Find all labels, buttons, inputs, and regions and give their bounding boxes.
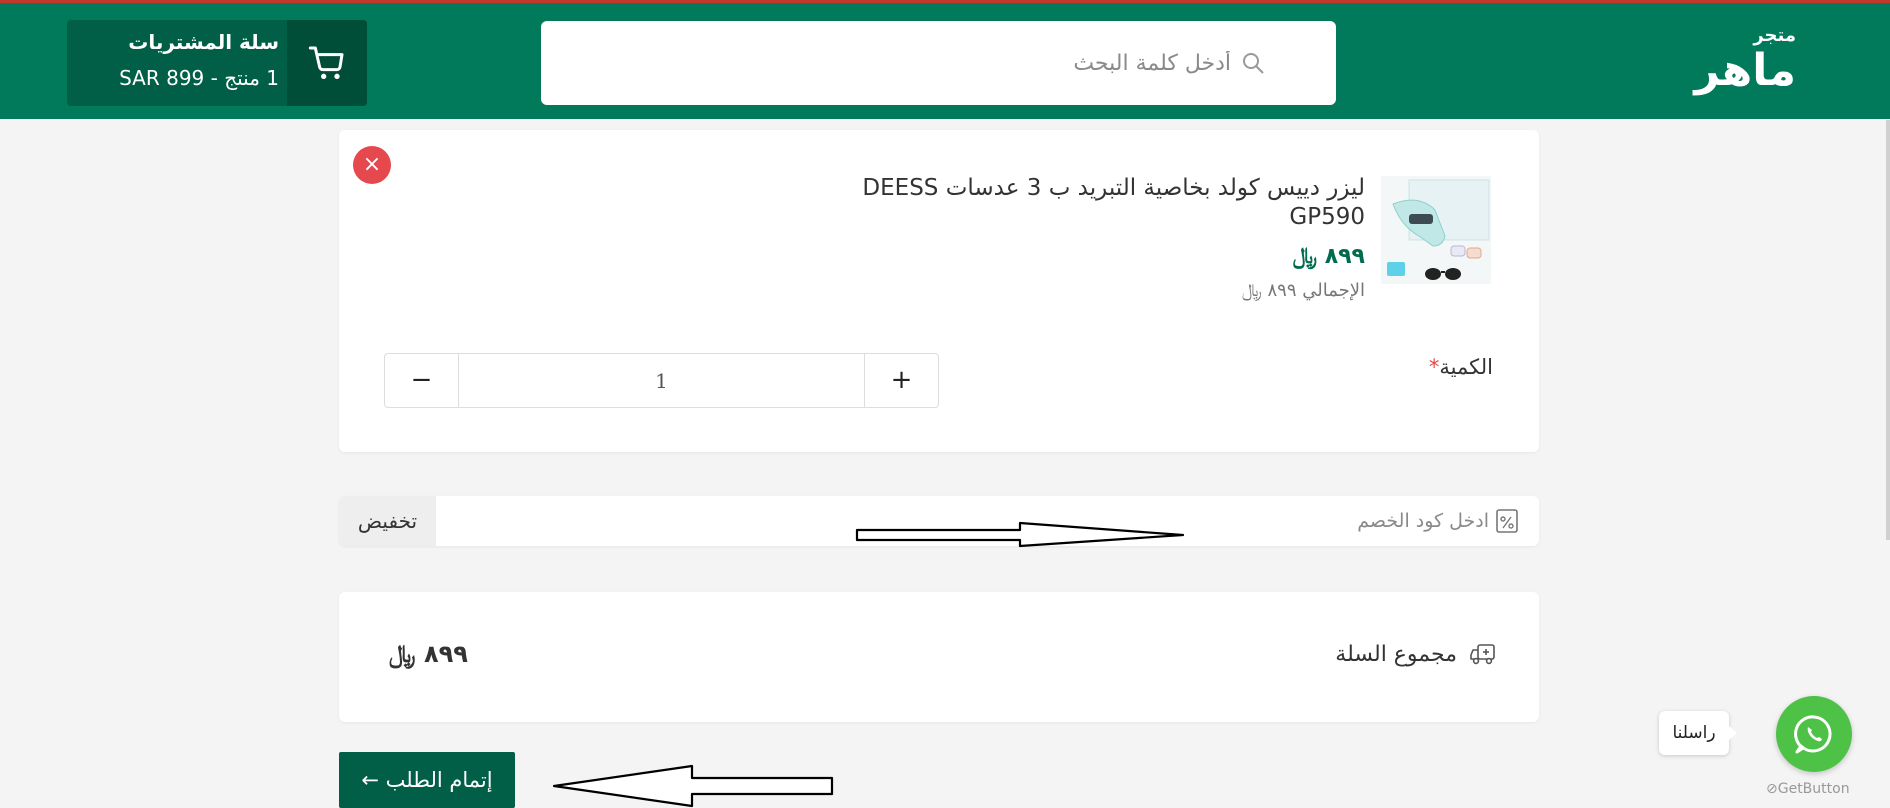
getbutton-credit-text: GetButton (1777, 781, 1850, 797)
annotation-arrow-left (552, 764, 834, 808)
cart-title: سلة المشتريات (128, 30, 279, 54)
cart-summary: 1 منتج - SAR 899 (119, 66, 279, 90)
remove-item-button[interactable]: × (353, 146, 391, 184)
product-thumbnail[interactable] (1379, 174, 1493, 286)
quantity-stepper: − + (384, 353, 939, 408)
product-price: ٨٩٩ ﷼ (1292, 244, 1365, 269)
site-header: متجر ماهر سلة المشتريات 1 منتج - SAR 899 (0, 3, 1890, 119)
quantity-input[interactable] (459, 354, 864, 407)
delivery-truck-icon (1470, 644, 1495, 665)
getbutton-logo-icon: ⊘ (1766, 781, 1778, 797)
search-bar (541, 21, 1336, 105)
cart-item-card: × ليزر دييس كولد بخاصية التبريد ب 3 عدسا… (339, 130, 1539, 452)
cart-total-label: مجموع السلة (1335, 642, 1457, 667)
logo-big-text: ماهر (1694, 45, 1798, 96)
quantity-label: الكمية* (1429, 355, 1493, 379)
apply-coupon-button[interactable]: تخفيض (339, 496, 436, 546)
product-name[interactable]: ليزر دييس كولد بخاصية التبريد ب 3 عدسات … (805, 174, 1365, 232)
logo-small-text: متجر (1753, 25, 1796, 46)
increase-quantity-button[interactable]: + (864, 354, 938, 407)
search-icon[interactable] (1241, 51, 1265, 75)
cart-button[interactable]: سلة المشتريات 1 منتج - SAR 899 (67, 20, 367, 106)
annotation-arrow-right (855, 521, 1185, 548)
shopping-cart-icon (308, 46, 344, 79)
required-mark: * (1428, 355, 1440, 379)
decrease-quantity-button[interactable]: − (385, 354, 459, 407)
checkout-button[interactable]: إتمام الطلب ← (339, 752, 515, 808)
whatsapp-icon (1794, 715, 1832, 754)
quantity-label-text: الكمية (1439, 355, 1493, 379)
cart-total-value: ٨٩٩ ﷼ (389, 640, 468, 668)
getbutton-credit[interactable]: ⊘GetButton (1766, 781, 1850, 797)
cart-summary-card: مجموع السلة ٨٩٩ ﷼ (339, 592, 1539, 722)
page-scrollbar[interactable] (1886, 120, 1890, 540)
product-total: الإجمالي ٨٩٩ ﷼ (1241, 280, 1365, 301)
store-logo[interactable]: متجر ماهر (1694, 25, 1808, 105)
contact-us-tooltip: راسلنا (1659, 711, 1737, 755)
discount-ticket-icon (1496, 509, 1518, 533)
cart-icon-box (287, 20, 367, 106)
search-input[interactable] (561, 21, 1231, 105)
whatsapp-chat-button[interactable] (1776, 696, 1852, 772)
